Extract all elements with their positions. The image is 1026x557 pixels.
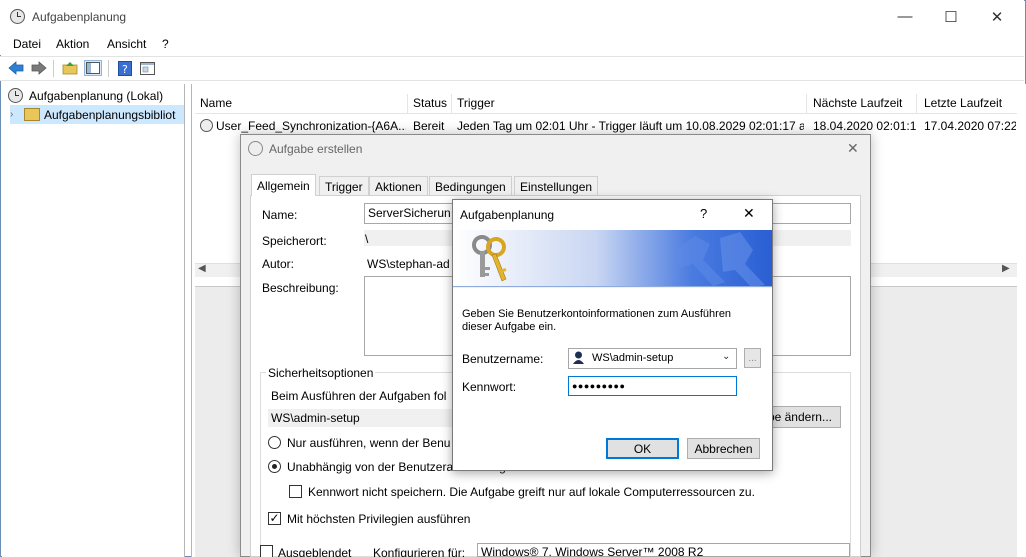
configure-for-select[interactable]: Windows® 7, Windows Server™ 2008 R2 — [477, 543, 850, 557]
column-header-name[interactable]: Name — [200, 96, 232, 110]
browse-user-button[interactable]: ... — [744, 348, 761, 368]
cell-last-run: 17.04.2020 07:22:... — [924, 119, 1016, 133]
title-bar — [0, 0, 1024, 33]
credentials-message: Geben Sie Benutzerkontoinformationen zum… — [462, 308, 732, 333]
help-button[interactable]: ? — [700, 206, 707, 221]
cell-status: Bereit — [413, 119, 445, 133]
task-clock-icon — [200, 119, 213, 132]
window-title: Aufgabenplanung — [32, 10, 127, 24]
tab-conditions[interactable]: Bedingungen — [429, 176, 512, 196]
tab-general[interactable]: Allgemein — [251, 174, 316, 196]
close-icon[interactable]: ✕ — [847, 140, 859, 157]
security-options-title: Sicherheitsoptionen — [266, 366, 376, 380]
column-header-next-run[interactable]: Nächste Laufzeit — [813, 96, 902, 110]
column-separator[interactable] — [451, 94, 452, 114]
clock-icon — [248, 141, 263, 156]
scroll-right-icon[interactable]: ▶ — [1002, 263, 1010, 274]
clock-icon — [8, 88, 23, 103]
folder-clock-icon — [24, 108, 40, 121]
column-header-trigger[interactable]: Trigger — [457, 96, 495, 110]
tab-settings[interactable]: Einstellungen — [514, 176, 599, 196]
highest-privileges-label: Mit höchsten Privilegien ausführen — [287, 512, 471, 526]
column-header-last-run[interactable]: Letzte Laufzeit — [924, 96, 1002, 110]
checkbox-highest-privileges[interactable]: ✓ — [268, 512, 281, 525]
cell-next-run: 18.04.2020 02:01:17 — [813, 119, 916, 133]
credentials-title: Aufgabenplanung — [460, 208, 555, 222]
menu-bar — [0, 33, 1024, 55]
tree-item-library-label: Aufgabenplanungsbibliot — [44, 107, 176, 122]
menu-view[interactable]: Ansicht — [107, 37, 146, 51]
author-label: Autor: — [262, 257, 295, 271]
do-not-store-password-label: Kennwort nicht speichern. Die Aufgabe gr… — [308, 485, 755, 499]
help-book-icon[interactable]: ? — [116, 60, 134, 76]
cell-trigger: Jeden Tag um 02:01 Uhr - Trigger läuft u… — [457, 119, 804, 133]
cancel-button[interactable]: Abbrechen — [687, 438, 760, 459]
ok-button[interactable]: OK — [606, 438, 679, 459]
maximize-button[interactable]: ☐ — [928, 0, 974, 33]
configure-for-label: Konfigurieren für: — [373, 546, 466, 557]
svg-text:?: ? — [122, 63, 128, 76]
up-folder-icon[interactable] — [61, 60, 79, 76]
column-header-status[interactable]: Status — [413, 96, 447, 110]
back-arrow-icon[interactable] — [7, 60, 25, 76]
security-description: Beim Ausführen der Aufgaben fol — [271, 389, 447, 403]
location-value: \ — [365, 232, 369, 246]
clock-icon — [10, 9, 25, 24]
tree-item-root-label: Aufgabenplanung (Lokal) — [29, 88, 164, 103]
create-task-title: Aufgabe erstellen — [269, 142, 363, 156]
username-label: Benutzername: — [462, 352, 544, 366]
description-label: Beschreibung: — [262, 281, 339, 295]
checkbox-do-not-store-password[interactable] — [289, 485, 302, 498]
properties-window-icon[interactable] — [138, 60, 156, 76]
password-input[interactable]: ●●●●●●●●● — [568, 376, 737, 396]
toolbar-separator — [53, 60, 54, 77]
forward-arrow-icon[interactable] — [30, 60, 48, 76]
radio-run-only-logged-on-label: Nur ausführen, wenn der Benu — [287, 436, 451, 450]
column-separator[interactable] — [806, 94, 807, 114]
user-account-value: WS\admin-setup — [271, 411, 360, 425]
tab-triggers[interactable]: Trigger — [319, 176, 369, 196]
scroll-left-icon[interactable]: ◀ — [198, 263, 206, 274]
user-icon — [572, 351, 585, 365]
name-label: Name: — [262, 208, 298, 222]
hidden-label: Ausgeblendet — [278, 546, 352, 557]
menu-help[interactable]: ? — [162, 37, 169, 51]
location-label: Speicherort: — [262, 234, 327, 248]
cell-name: User_Feed_Synchronization-{A6A... — [216, 119, 406, 133]
password-label: Kennwort: — [462, 380, 517, 394]
radio-run-independent[interactable] — [268, 460, 281, 473]
checkbox-hidden[interactable] — [260, 545, 273, 557]
chevron-right-icon[interactable]: › — [10, 109, 22, 120]
author-value: WS\stephan-ad — [367, 257, 450, 271]
tree-item-root[interactable]: Aufgabenplanung (Lokal) — [8, 86, 184, 105]
menu-file[interactable]: Datei — [13, 37, 41, 51]
toolbar-separator — [108, 60, 109, 77]
close-button[interactable]: ✕ — [743, 205, 755, 222]
tab-actions[interactable]: Aktionen — [369, 176, 428, 196]
radio-run-only-logged-on[interactable] — [268, 436, 281, 449]
tree-item-library[interactable]: › Aufgabenplanungsbibliot — [10, 105, 184, 124]
console-tree — [2, 84, 185, 557]
username-value: WS\admin-setup — [592, 352, 674, 364]
column-separator[interactable] — [407, 94, 408, 114]
keys-icon — [468, 233, 514, 283]
column-separator[interactable] — [916, 94, 917, 114]
minimize-button[interactable]: — — [882, 0, 928, 33]
chevron-down-icon[interactable]: ⌄ — [722, 351, 730, 362]
menu-action[interactable]: Aktion — [56, 37, 89, 51]
show-hide-console-tree-icon[interactable] — [84, 60, 102, 76]
close-button[interactable]: ✕ — [974, 0, 1020, 33]
